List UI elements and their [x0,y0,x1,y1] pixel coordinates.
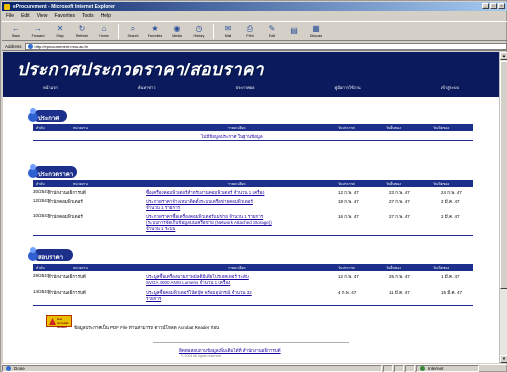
address-label: Address [5,43,22,49]
table-divider [33,140,473,141]
status-bar: Done Internet [2,364,507,372]
ie-logo-icon [4,3,10,10]
blank-tool-button[interactable]: ▤ [283,22,305,40]
discuss-button[interactable]: ▦ Discuss [305,22,327,40]
section-bubble-graphic: ประกวดราคา [28,164,77,178]
section-bidding-heading: ประกวดราคา [28,164,77,178]
table-row[interactable]: 14/2547 สำนักงานอธิการบดี ประมูลซื้อคอมพ… [33,289,473,303]
mail-button[interactable]: ✉ Mail [217,22,239,40]
scroll-thumb[interactable] [500,61,507,289]
back-button[interactable]: ← Back [5,22,27,40]
browser-window: eProcurement - Microsoft Internet Explor… [0,0,507,372]
search-icon: ⌕ [130,24,136,33]
zone-label: Internet [428,366,444,371]
vertical-scrollbar[interactable]: ▲ ▼ [499,52,507,363]
scroll-up-icon[interactable]: ▲ [500,52,507,60]
top-nav: หน้าแรก ค้นหาข่าว ประกาศผล คู่มือการใช้ง… [3,82,499,92]
status-cell [383,365,393,372]
table-divider [33,235,473,236]
page-done-icon [6,366,11,371]
menu-file[interactable]: File [6,13,14,19]
nav-home[interactable]: หน้าแรก [43,84,58,91]
page-viewport: ประกาศประกวดราคา/สอบราคา หน้าแรก ค้นหาข่… [3,52,499,363]
address-bar: Address http://eprocurement.mnu.ac.th [2,42,507,51]
status-cell [405,365,415,372]
contact-link[interactable]: ติดต่อสอบถามข้อมูลเพิ่มเติมได้ที่ สำนักง… [179,347,281,354]
forward-button[interactable]: → Forward [27,22,49,40]
table-row[interactable]: 12/2547 สำนักคอมพิวเตอร์ ประกวดราคาจ้างเ… [33,198,473,212]
table-header: ลำดับ หน่วยงาน รายละเอียด วันประกาศ วันย… [33,264,473,271]
media-icon: ◉ [173,24,181,33]
menu-favorites[interactable]: Favorites [54,13,75,19]
table-row[interactable]: 30/2547 สำนักงานอธิการบดี ซื้อเครื่องคอม… [33,189,473,197]
favorites-icon: ★ [151,24,159,33]
page-title: ประกาศประกวดราคา/สอบราคา [17,60,264,79]
scroll-down-icon[interactable]: ▼ [500,355,507,363]
table-row[interactable]: 29/2547 สำนักงานอธิการบดี ประมูลซื้อเครื… [33,273,473,287]
status-cell [394,365,404,372]
edit-button[interactable]: ✎ Edit [261,22,283,40]
title-bar: eProcurement - Microsoft Internet Explor… [2,2,507,11]
security-zone: Internet [416,365,479,372]
print-icon: ⎙ [246,24,254,33]
home-button[interactable]: ⌂ Home [93,22,115,40]
empty-message: ไม่มีข้อมูลประกาศ ในฐานข้อมูล [201,134,263,139]
table-row[interactable]: 10/2547 สำนักคอมพิวเตอร์ ประกวดราคาซื้อเ… [33,213,473,233]
stop-icon: ✕ [56,24,64,33]
status-text-panel: Done [2,365,382,372]
home-icon: ⌂ [101,24,107,33]
close-button[interactable]: × [498,3,505,9]
nav-login[interactable]: เข้าสู่ระบบ [441,84,459,91]
search-button[interactable]: ⌕ Search [122,22,144,40]
menu-tools[interactable]: Tools [82,13,94,19]
table-divider [33,305,473,306]
history-button[interactable]: ◷ History [188,22,210,40]
minimize-button[interactable]: _ [482,3,489,9]
section-bubble-graphic: สอบราคา [28,247,73,261]
table-header: ลำดับ หน่วยงาน รายละเอียด วันประกาศ วันย… [33,180,473,187]
address-input[interactable]: http://eprocurement.mnu.ac.th [24,42,507,50]
table-header: ลำดับ หน่วยงาน รายละเอียด วันประกาศ วันย… [33,124,473,131]
internet-globe-icon [420,366,425,371]
address-url: http://eprocurement.mnu.ac.th [34,43,88,49]
toolbar-divider [118,23,119,39]
window-controls: _ □ × [482,3,505,9]
print-button[interactable]: ⎙ Print [239,22,261,40]
menu-help[interactable]: Help [101,13,111,19]
nav-search-news[interactable]: ค้นหาข่าว [138,84,156,91]
window-title: eProcurement - Microsoft Internet Explor… [13,3,115,10]
menu-bar: File Edit View Favorites Tools Help [2,12,507,20]
document-icon: ▤ [290,26,298,35]
history-icon: ◷ [195,24,203,33]
maximize-button[interactable]: □ [490,3,497,9]
nav-results[interactable]: ประกาศผล [236,84,255,91]
back-icon: ← [12,24,20,33]
menu-edit[interactable]: Edit [21,13,30,19]
pdf-note: ข้อมูลประกาศเป็น PDF File ท่านสามารถ ดาว… [74,325,220,330]
favorites-button[interactable]: ★ Favorites [144,22,166,40]
section-bubble-graphic: ประกาศ [28,108,67,122]
mail-icon: ✉ [224,24,232,33]
refresh-button[interactable]: ↻ Refresh [71,22,93,40]
copyright: © 2004 All rights reserved. [181,354,223,358]
stop-button[interactable]: ✕ Stop [49,22,71,40]
discuss-icon: ▦ [312,24,320,33]
toolbar: ← Back → Forward ✕ Stop ↻ Refresh ⌂ Home ⌕ Sea… [2,21,507,41]
page-header: ประกาศประกวดราคา/สอบราคา หน้าแรก ค้นหาข่… [3,52,499,97]
footer-divider [153,342,349,343]
refresh-icon: ↻ [78,24,86,33]
page-icon [27,43,33,49]
section-quotation-heading: สอบราคา [28,247,73,261]
toolbar-divider [213,23,214,39]
edit-icon: ✎ [268,24,276,33]
menu-view[interactable]: View [37,13,48,19]
section-announcement-heading: ประกาศ [28,108,67,122]
acrobat-reader-badge[interactable]: Get Acrobat Reader [46,315,72,329]
media-button[interactable]: ◉ Media [166,22,188,40]
status-text: Done [14,366,25,371]
forward-icon: → [34,24,42,33]
nav-manual[interactable]: คู่มือการใช้งาน [335,84,361,91]
